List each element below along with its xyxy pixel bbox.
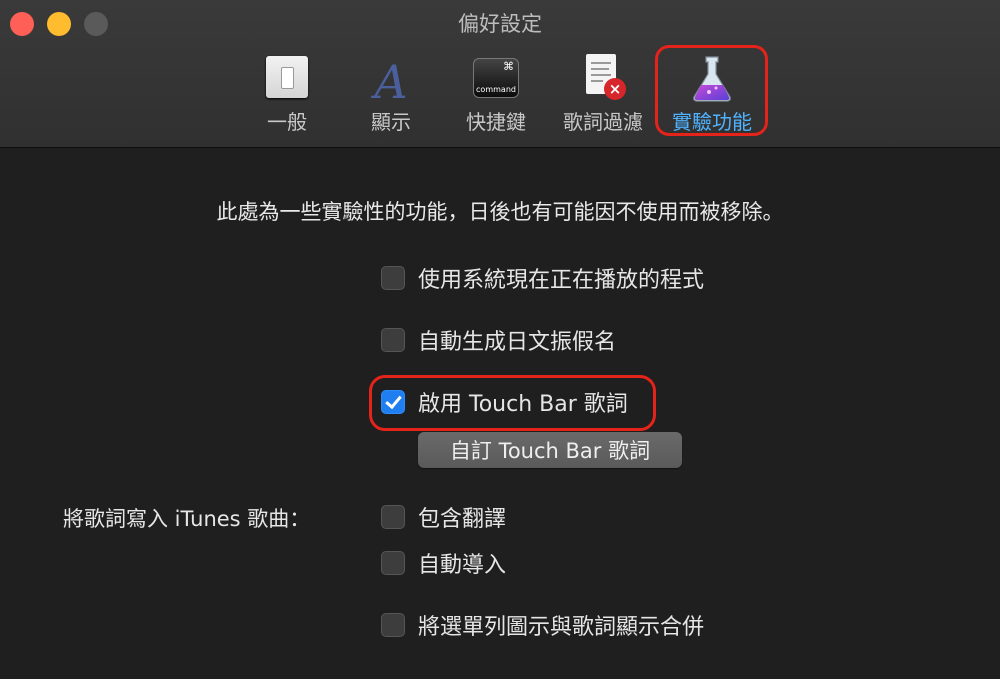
tab-lyrics-filter[interactable]: × 歌詞過濾 xyxy=(553,54,653,134)
font-a-icon: A xyxy=(366,54,416,109)
option-include-translation[interactable]: 包含翻譯 xyxy=(381,503,507,532)
switch-icon xyxy=(262,54,312,104)
checkbox[interactable] xyxy=(381,266,405,290)
option-label: 使用系統現在正在播放的程式 xyxy=(418,268,705,293)
tab-general[interactable]: 一般 xyxy=(237,54,337,134)
svg-text:A: A xyxy=(370,55,407,104)
tab-general-label: 一般 xyxy=(267,110,307,134)
tab-highlight-annotation xyxy=(655,45,768,136)
command-symbol: ⌘ xyxy=(503,60,514,73)
tab-display[interactable]: A 顯示 xyxy=(341,54,441,134)
checkbox[interactable] xyxy=(381,551,405,575)
tab-shortcuts-label: 快捷鍵 xyxy=(466,110,526,134)
touchbar-highlight-annotation xyxy=(369,375,656,431)
preferences-window: 偏好設定 一般 A 顯示 ⌘ command 快捷鍵 × 歌詞過濾 實驗功能 此… xyxy=(0,0,1000,679)
option-label: 自動生成日文振假名 xyxy=(418,330,617,355)
option-label: 將選單列圖示與歌詞顯示合併 xyxy=(418,615,705,640)
command-key-icon: ⌘ command xyxy=(471,54,521,104)
checkbox[interactable] xyxy=(381,328,405,352)
option-label: 包含翻譯 xyxy=(418,507,507,532)
tab-lyrics-filter-label: 歌詞過濾 xyxy=(563,110,643,134)
tab-display-label: 顯示 xyxy=(371,110,411,134)
document-x-icon: × xyxy=(578,54,628,104)
itunes-write-label: 將歌詞寫入 iTunes 歌曲： xyxy=(63,507,311,531)
title-bar: 偏好設定 一般 A 顯示 ⌘ command 快捷鍵 × 歌詞過濾 實驗功能 xyxy=(0,0,1000,148)
window-title: 偏好設定 xyxy=(458,12,542,36)
option-japanese-furigana[interactable]: 自動生成日文振假名 xyxy=(381,326,617,355)
option-auto-import[interactable]: 自動導入 xyxy=(381,549,507,578)
tab-shortcuts[interactable]: ⌘ command 快捷鍵 xyxy=(446,54,546,134)
customize-touchbar-button[interactable]: 自訂 Touch Bar 歌詞 xyxy=(418,432,682,468)
intro-text: 此處為一些實驗性的功能，日後也有可能因不使用而被移除。 xyxy=(216,200,784,224)
option-use-system-now-playing[interactable]: 使用系統現在正在播放的程式 xyxy=(381,264,705,293)
checkbox[interactable] xyxy=(381,505,405,529)
checkbox[interactable] xyxy=(381,613,405,637)
option-merge-menubar-icon[interactable]: 將選單列圖示與歌詞顯示合併 xyxy=(381,611,705,640)
option-label: 自動導入 xyxy=(418,553,507,578)
command-word: command xyxy=(476,85,516,94)
